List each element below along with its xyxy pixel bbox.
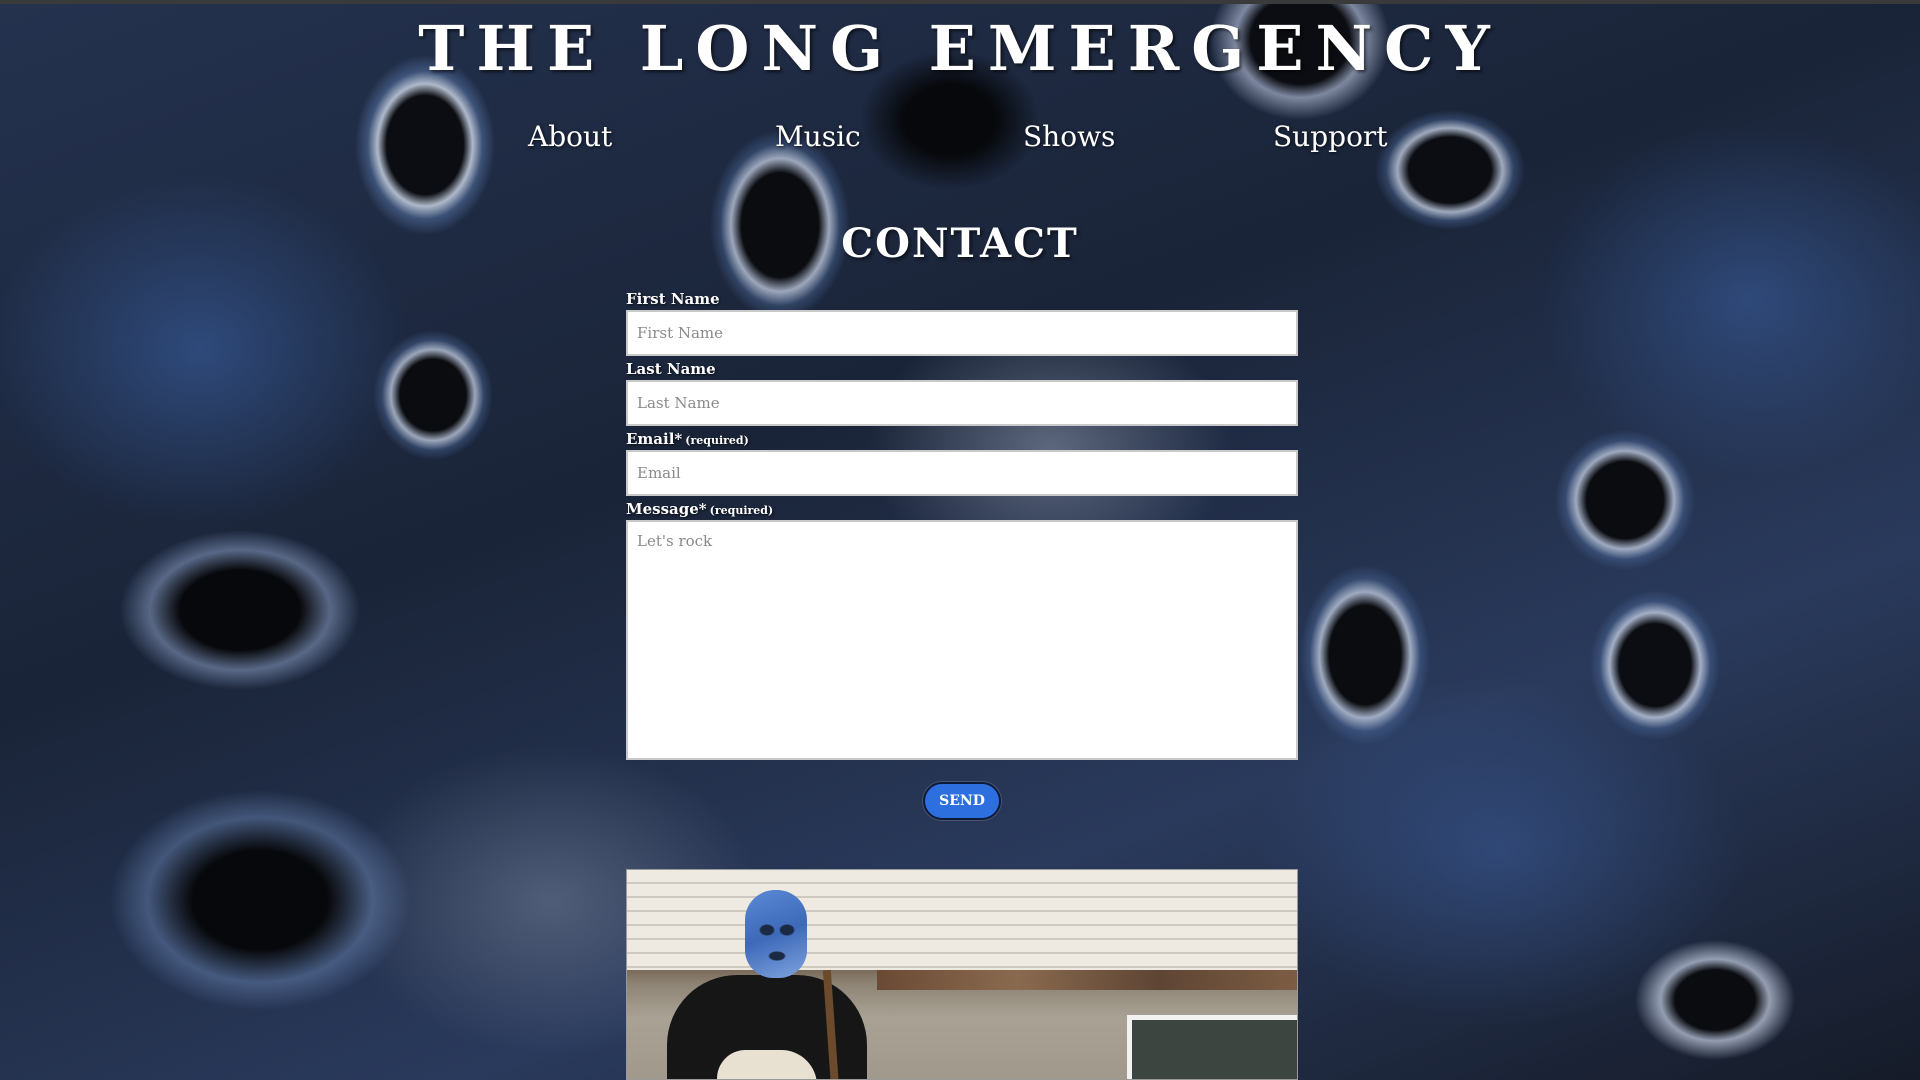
email-label-text: Email* — [626, 430, 683, 448]
browser-top-edge — [0, 0, 1920, 4]
nav-item-about[interactable]: About — [528, 120, 612, 153]
message-label-text: Message* — [626, 500, 707, 518]
contact-heading: Contact — [841, 220, 1079, 267]
last-name-label-text: Last Name — [626, 360, 716, 378]
message-label: Message* (required) — [626, 498, 1298, 520]
nav-item-shows[interactable]: Shows — [1023, 120, 1115, 153]
band-member-photo — [626, 869, 1298, 1080]
last-name-label: Last Name — [626, 358, 1298, 380]
photo-window — [1127, 1015, 1297, 1079]
main-nav: About Music Shows Support — [0, 120, 1920, 160]
contact-form: First Name Last Name Email*(required) Me… — [626, 288, 1298, 760]
email-required-note: (required) — [685, 434, 749, 447]
first-name-label-text: First Name — [626, 290, 720, 308]
send-button[interactable]: Send — [923, 782, 1001, 820]
site-title[interactable]: The Long Emergency — [0, 12, 1920, 85]
blue-mask — [745, 890, 807, 978]
photo-wall-rust — [877, 970, 1297, 990]
first-name-label: First Name — [626, 288, 1298, 310]
nav-item-support[interactable]: Support — [1273, 120, 1388, 153]
last-name-input[interactable] — [626, 380, 1298, 426]
message-required-note: (required) — [709, 504, 774, 517]
email-input[interactable] — [626, 450, 1298, 496]
message-textarea[interactable] — [626, 520, 1298, 760]
nav-item-music[interactable]: Music — [775, 120, 861, 153]
first-name-input[interactable] — [626, 310, 1298, 356]
email-label: Email* (required) — [626, 428, 1298, 450]
